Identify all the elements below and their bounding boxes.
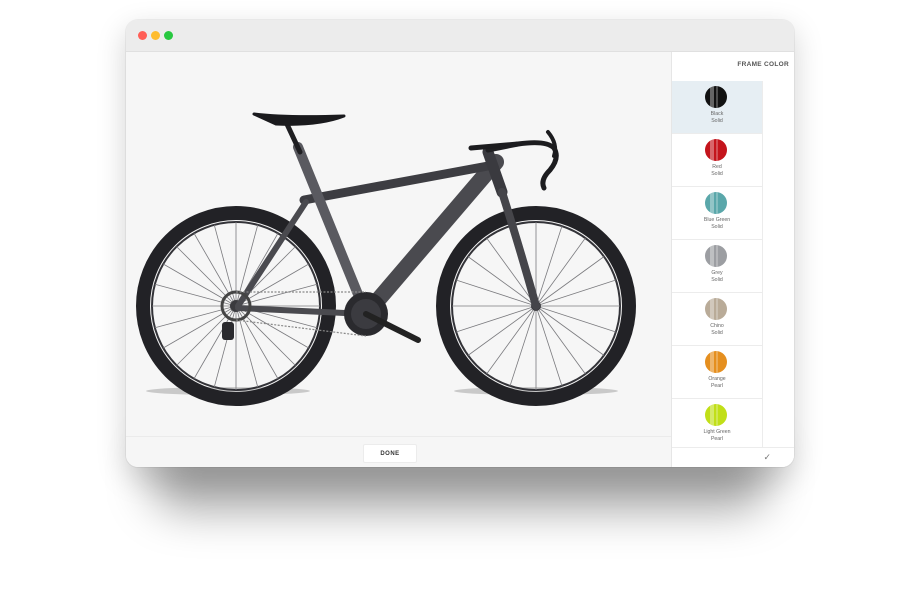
color-swatch-black[interactable]: Black Solid xyxy=(672,81,763,134)
color-finish: Solid xyxy=(711,171,723,177)
color-finish: Pearl xyxy=(710,383,724,389)
color-circle xyxy=(705,351,727,373)
color-finish: Pearl xyxy=(710,436,724,442)
color-swatch-light-green[interactable]: Light Green Pearl xyxy=(672,399,763,452)
color-name: Orange xyxy=(708,376,726,382)
color-name: Blue Green xyxy=(703,217,731,223)
spoke xyxy=(535,305,563,387)
spoke xyxy=(509,305,537,387)
color-swatch-blue-green[interactable]: Blue Green Solid xyxy=(672,187,763,240)
color-circle xyxy=(705,298,727,320)
color-swatch-red[interactable]: Red Solid xyxy=(672,134,763,187)
bike-image xyxy=(136,112,636,406)
bike-frame xyxy=(235,112,559,322)
color-circle xyxy=(705,139,727,161)
color-name: Grey xyxy=(711,270,723,276)
spoke xyxy=(535,237,586,307)
spoke xyxy=(535,225,563,307)
frame-color-sidebar: FRAME COLOR Black Solid Red Solid Blue Green… xyxy=(671,52,794,467)
close-window-button[interactable] xyxy=(138,31,147,40)
color-finish: Solid xyxy=(711,224,723,230)
bike-preview-area xyxy=(126,52,671,436)
color-circle xyxy=(705,245,727,267)
color-swatch-chino[interactable]: Chino Solid xyxy=(672,293,763,346)
configurator-window: DONE FRAME COLOR Black Solid Red Solid Blue … xyxy=(126,20,794,467)
color-swatch-list: Black Solid Red Solid Blue Green Solid Grey Sol… xyxy=(672,81,794,452)
zoom-window-button[interactable] xyxy=(164,31,173,40)
bottom-bar: DONE xyxy=(126,436,671,467)
color-name: Black xyxy=(710,111,724,117)
color-circle xyxy=(705,404,727,426)
sidebar-footer: ✓ xyxy=(672,447,794,467)
spoke xyxy=(535,279,617,307)
spoke xyxy=(535,305,617,333)
title-bar xyxy=(126,20,794,52)
checkmark-icon[interactable]: ✓ xyxy=(763,452,771,463)
color-circle xyxy=(705,86,727,108)
color-name: Light Green xyxy=(703,429,731,435)
sidebar-title: FRAME COLOR xyxy=(737,61,789,68)
spoke xyxy=(467,305,537,356)
spoke xyxy=(535,305,586,375)
color-finish: Solid xyxy=(711,330,723,336)
color-circle xyxy=(705,192,727,214)
color-swatch-grey[interactable]: Grey Solid xyxy=(672,240,763,293)
spoke xyxy=(455,305,537,333)
color-name: Red xyxy=(712,164,722,170)
done-button[interactable]: DONE xyxy=(363,444,417,463)
spoke xyxy=(535,256,605,307)
color-finish: Solid xyxy=(711,118,723,124)
color-name: Chino xyxy=(710,323,724,329)
minimize-window-button[interactable] xyxy=(151,31,160,40)
spoke xyxy=(486,305,537,375)
spoke xyxy=(455,279,537,307)
spoke xyxy=(535,305,605,356)
color-swatch-orange[interactable]: Orange Pearl xyxy=(672,346,763,399)
color-finish: Solid xyxy=(711,277,723,283)
